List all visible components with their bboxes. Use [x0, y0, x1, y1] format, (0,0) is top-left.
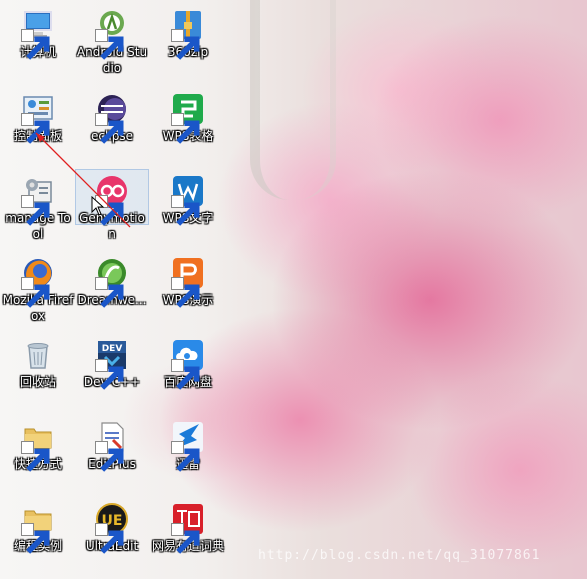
desktop-icon-dev-cpp[interactable]: DEV Dev-C++: [76, 338, 148, 390]
svg-text:DEV: DEV: [102, 344, 123, 354]
control-panel-icon: [21, 92, 55, 144]
desktop-icon-computer[interactable]: 计算机: [2, 8, 74, 60]
recycle-bin-icon: [21, 338, 55, 372]
computer-icon: [21, 8, 55, 60]
desktop-icon-android-studio[interactable]: Android Studio: [76, 8, 148, 76]
desktop-icon-baidu-netdisk[interactable]: 百度网盘: [152, 338, 224, 390]
desktop-icon-dreamweaver[interactable]: Dreamwe...: [76, 256, 148, 308]
desktop-icon-manage-tool[interactable]: manage Tool: [2, 174, 74, 242]
folder-icon: [21, 502, 55, 554]
desktop-icon-programming-examples[interactable]: 编程实例: [2, 502, 74, 554]
desktop-icon-xunlei[interactable]: 迅雷: [152, 420, 224, 472]
ultraedit-icon: UE: [95, 502, 129, 554]
wps-presentation-icon: [171, 256, 205, 308]
desktop-icon-firefox[interactable]: Mozilla Firefox: [2, 256, 74, 324]
desktop-icon-recycle-bin[interactable]: 回收站: [2, 338, 74, 390]
dreamweaver-icon: [95, 256, 129, 308]
eclipse-icon: [95, 92, 129, 144]
desktop-icon-eclipse[interactable]: eclipse: [76, 92, 148, 144]
desktop-icon-label: 回收站: [19, 375, 56, 389]
editplus-icon: [95, 420, 129, 472]
manage-tool-icon: [21, 174, 55, 226]
desktop-icon-wps-writer[interactable]: WPS文字: [152, 174, 224, 226]
wallpaper-basket: [250, 0, 336, 200]
firefox-icon: [21, 256, 55, 308]
desktop-icon-editplus[interactable]: EditPlus: [76, 420, 148, 472]
desktop-icon-360zip[interactable]: 360zip: [152, 8, 224, 60]
android-studio-icon: [95, 8, 129, 60]
360zip-icon: [171, 8, 205, 60]
youdao-dict-icon: [171, 502, 205, 554]
dev-cpp-icon: DEV: [95, 338, 129, 390]
desktop-icon-youdao-dict[interactable]: 网易有道词典: [152, 502, 224, 554]
folder-icon: [21, 420, 55, 472]
baidu-netdisk-icon: [171, 338, 205, 390]
desktop-icon-wps-presentation[interactable]: WPS演示: [152, 256, 224, 308]
wps-spreadsheet-icon: [171, 92, 205, 144]
desktop-icon-wps-spreadsheet[interactable]: WPS表格: [152, 92, 224, 144]
desktop-icon-genymotion[interactable]: Genymotion: [75, 169, 149, 241]
wps-writer-icon: [171, 174, 205, 226]
desktop-icon-shortcut-folder[interactable]: 快捷方式: [2, 420, 74, 472]
watermark-text: http://blog.csdn.net/qq_31077861: [258, 548, 541, 563]
mouse-cursor-icon: [91, 196, 105, 216]
xunlei-icon: [171, 420, 205, 472]
desktop-icon-control-panel[interactable]: 控制面板: [2, 92, 74, 144]
desktop-icon-ultraedit[interactable]: UE UltraEdit: [76, 502, 148, 554]
